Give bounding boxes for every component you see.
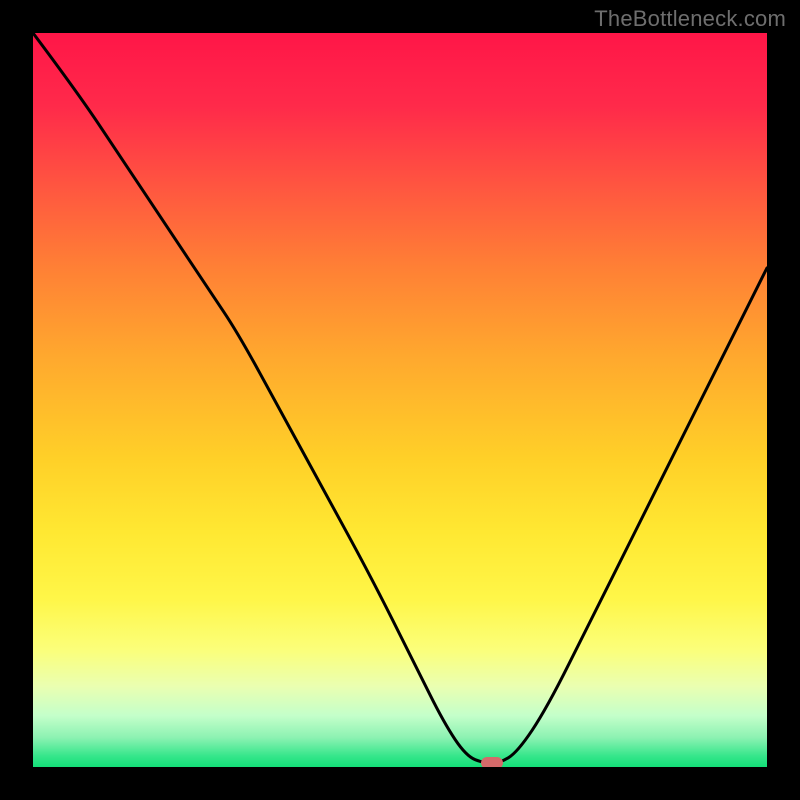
chart-frame: TheBottleneck.com bbox=[0, 0, 800, 800]
minimum-marker bbox=[481, 757, 503, 767]
watermark-label: TheBottleneck.com bbox=[594, 6, 786, 32]
bottleneck-curve bbox=[33, 33, 767, 767]
plot-area bbox=[33, 33, 767, 767]
